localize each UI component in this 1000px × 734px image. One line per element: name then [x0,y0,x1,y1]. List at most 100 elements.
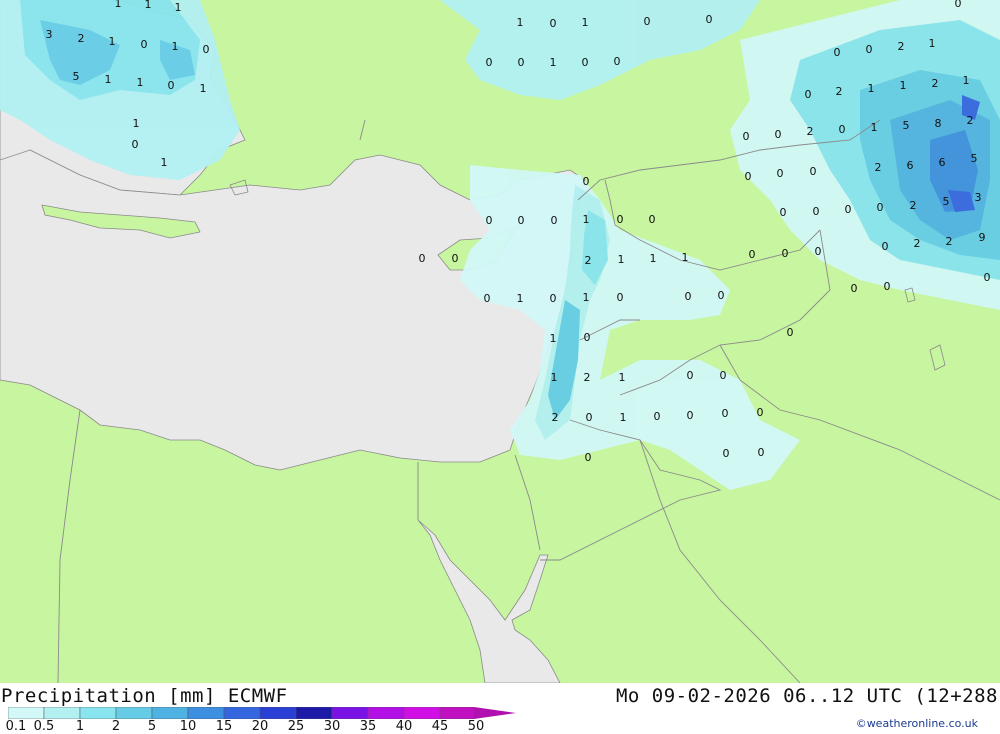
precip-value-lev-1: 0 [583,175,590,188]
precip-value-aegean-16: 0 [132,138,139,151]
precip-value-turkey-9: 0 [582,56,589,69]
precip-value-ne-11: 1 [963,74,970,87]
precip-value-turkey-2: 0 [550,17,557,30]
precip-value-ne-2: 0 [866,43,873,56]
scale-tick-label: 0.1 [5,719,27,734]
scale-swatch [79,707,117,719]
scale-swatch [403,707,441,719]
precip-value-aegean-9: 0 [203,43,210,56]
scale-swatch [331,707,369,719]
precip-value-ne-40: 0 [815,245,822,258]
precip-value-ne-16: 1 [871,121,878,134]
precip-value-aegean-11: 1 [105,73,112,86]
precip-value-ne-12: 0 [743,130,750,143]
precip-value-lev-18: 0 [617,291,624,304]
precip-value-ne-15: 0 [839,123,846,136]
precip-value-lev-35: 0 [757,406,764,419]
precip-value-turkey-6: 0 [486,56,493,69]
precip-value-ne-23: 2 [875,161,882,174]
precip-value-turkey-8: 1 [550,56,557,69]
precip-value-ne-17: 5 [903,119,910,132]
scale-tick-label: 5 [147,719,157,734]
precip-value-ne-41: 0 [851,282,858,295]
scale-tick-label: 25 [287,719,305,734]
scale-tick-label: 30 [323,719,341,734]
precip-value-lev-27: 0 [687,369,694,382]
map-title: Precipitation [mm] ECMWF [1,685,288,707]
precip-value-ne-6: 0 [805,88,812,101]
precip-value-lev-24: 1 [551,371,558,384]
precip-value-aegean-17: 1 [161,156,168,169]
precip-value-ne-14: 2 [807,125,814,138]
precip-value-lev-2: 0 [486,214,493,227]
scale-swatch [223,707,261,719]
precip-value-lev-4: 0 [551,214,558,227]
precip-value-lev-3: 0 [518,214,525,227]
precip-value-aegean-2: 1 [145,0,152,11]
precip-value-ne-19: 2 [967,114,974,127]
credit-link[interactable]: ©weatheronline.co.uk [856,717,978,730]
scale-swatch [115,707,153,719]
precip-value-lev-29: 2 [552,411,559,424]
scale-swatch [187,707,225,719]
precip-value-aegean-14: 1 [200,82,207,95]
precip-value-lev-15: 1 [517,292,524,305]
precip-value-aegean-6: 1 [109,35,116,48]
scale-swatch [259,707,297,719]
precip-value-lev-17: 1 [583,291,590,304]
precip-value-aegean-15: 1 [133,117,140,130]
precip-value-turkey-5: 0 [706,13,713,26]
precip-value-lev-13: 1 [682,251,689,264]
precip-value-ne-22: 0 [810,165,817,178]
scale-tick-label: 35 [359,719,377,734]
precipitation-map[interactable]: 1 1 1 3 2 1 0 1 0 5 1 1 0 1 1 0 1 1 0 1 0 0 0 0 1 0 0 0 0 2 1 0 0 2 1 1 2 1 0 0… [0,0,1000,683]
precip-value-turkey-3: 1 [582,16,589,29]
precip-value-lev-36: 0 [585,451,592,464]
scale-tick-label: 0.5 [33,719,55,734]
precip-value-ne-43: 0 [984,271,991,284]
precip-value-aegean-3: 1 [175,1,182,14]
precip-value-aegean-10: 5 [73,70,80,83]
precip-value-ne-9: 1 [900,79,907,92]
precip-value-ne-7: 2 [836,85,843,98]
precip-value-ne-28: 0 [813,205,820,218]
precip-value-ne-20: 0 [745,170,752,183]
scale-tick-label: 45 [431,719,449,734]
precip-value-ne-38: 0 [749,248,756,261]
scale-swatch [439,707,475,719]
precip-value-lev-38: 0 [758,446,765,459]
precip-value-ne-18: 8 [935,117,942,130]
precip-value-ne-10: 2 [932,77,939,90]
precip-value-ne-35: 2 [914,237,921,250]
precip-value-lev-30: 0 [586,411,593,424]
scale-swatch [43,707,81,719]
scale-tick-label: 20 [251,719,269,734]
precip-value-lev-20: 0 [718,289,725,302]
scale-tick-label: 2 [111,719,121,734]
scale-swatch [8,707,45,719]
precip-value-turkey-7: 0 [518,56,525,69]
precip-value-lev-7: 0 [649,213,656,226]
precip-value-turkey-4: 0 [644,15,651,28]
precip-value-ne-39: 0 [782,247,789,260]
scale-tick-label: 40 [395,719,413,734]
precip-value-lev-26: 1 [619,371,626,384]
precip-value-lev-8: 0 [419,252,426,265]
precip-value-lev-19: 0 [685,290,692,303]
precip-value-ne-5: 0 [955,0,962,10]
scale-swatch [151,707,189,719]
precip-value-aegean-7: 0 [141,38,148,51]
precip-value-aegean-1: 1 [115,0,122,10]
precip-value-aegean-12: 1 [137,76,144,89]
precip-value-lev-14: 0 [484,292,491,305]
precip-value-lev-34: 0 [722,407,729,420]
precip-value-lev-21: 1 [550,332,557,345]
precip-value-ne-37: 9 [979,231,986,244]
precip-value-ne-8: 1 [868,82,875,95]
precip-value-ne-42: 0 [884,280,891,293]
precip-value-lev-25: 2 [584,371,591,384]
precip-value-lev-6: 0 [617,213,624,226]
scale-swatch [367,707,405,719]
precip-value-ne-36: 2 [946,235,953,248]
precip-value-ne-24: 6 [907,159,914,172]
